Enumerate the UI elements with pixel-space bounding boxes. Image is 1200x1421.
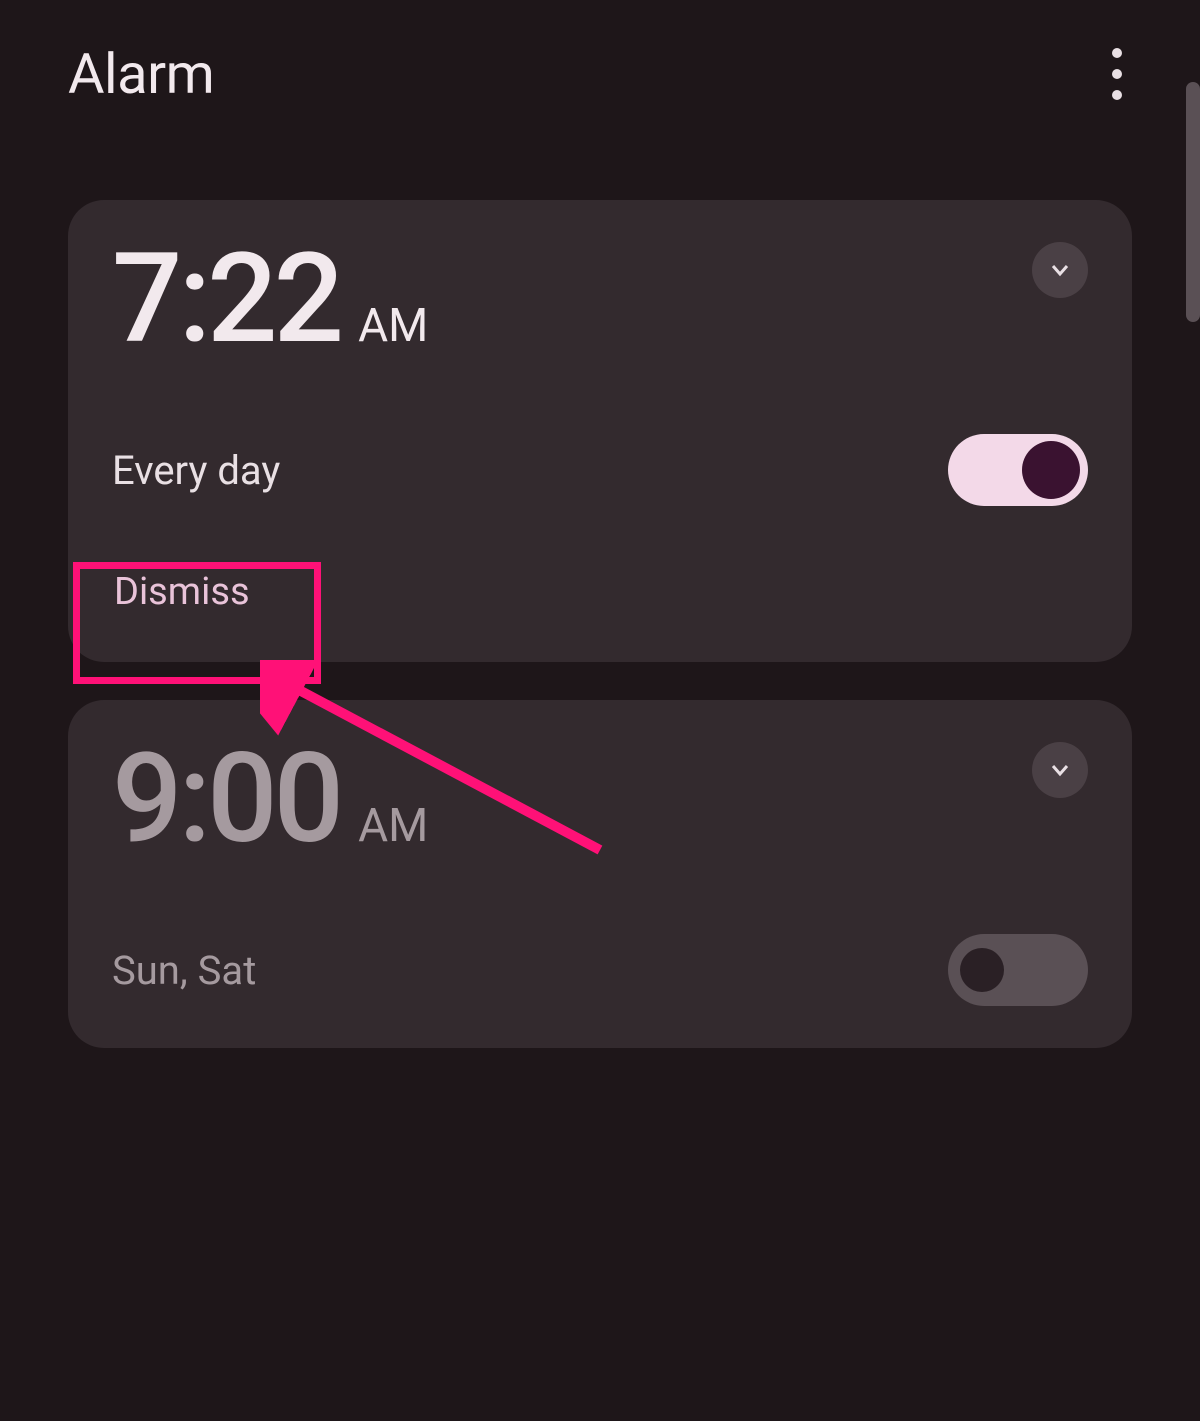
more-vert-icon[interactable] bbox=[1102, 38, 1132, 110]
alarm-toggle[interactable] bbox=[948, 434, 1088, 506]
chevron-down-icon bbox=[1048, 758, 1072, 782]
alarm-time[interactable]: 7:22 AM bbox=[112, 238, 428, 362]
alarm-time[interactable]: 9:00 AM bbox=[112, 738, 428, 862]
alarm-time-value: 9:00 bbox=[112, 738, 340, 862]
toggle-knob bbox=[1022, 441, 1080, 499]
expand-button[interactable] bbox=[1032, 242, 1088, 298]
alarm-schedule-label: Every day bbox=[112, 447, 280, 494]
dismiss-button[interactable]: Dismiss bbox=[112, 564, 252, 620]
alarm-card[interactable]: 9:00 AM Sun, Sat bbox=[68, 700, 1132, 1048]
page-title: Alarm bbox=[68, 41, 214, 107]
chevron-down-icon bbox=[1048, 258, 1072, 282]
expand-button[interactable] bbox=[1032, 742, 1088, 798]
alarm-card[interactable]: 7:22 AM Every day Dismiss bbox=[68, 200, 1132, 662]
toggle-knob bbox=[960, 948, 1004, 992]
scrollbar[interactable] bbox=[1186, 82, 1200, 322]
alarm-time-period: AM bbox=[358, 299, 428, 353]
alarm-time-value: 7:22 bbox=[112, 238, 340, 362]
alarm-schedule-label: Sun, Sat bbox=[112, 947, 256, 994]
alarm-toggle[interactable] bbox=[948, 934, 1088, 1006]
alarm-list: 7:22 AM Every day Dismiss 9:00 AM bbox=[0, 200, 1200, 1048]
alarm-time-period: AM bbox=[358, 799, 428, 853]
app-header: Alarm bbox=[0, 0, 1200, 150]
